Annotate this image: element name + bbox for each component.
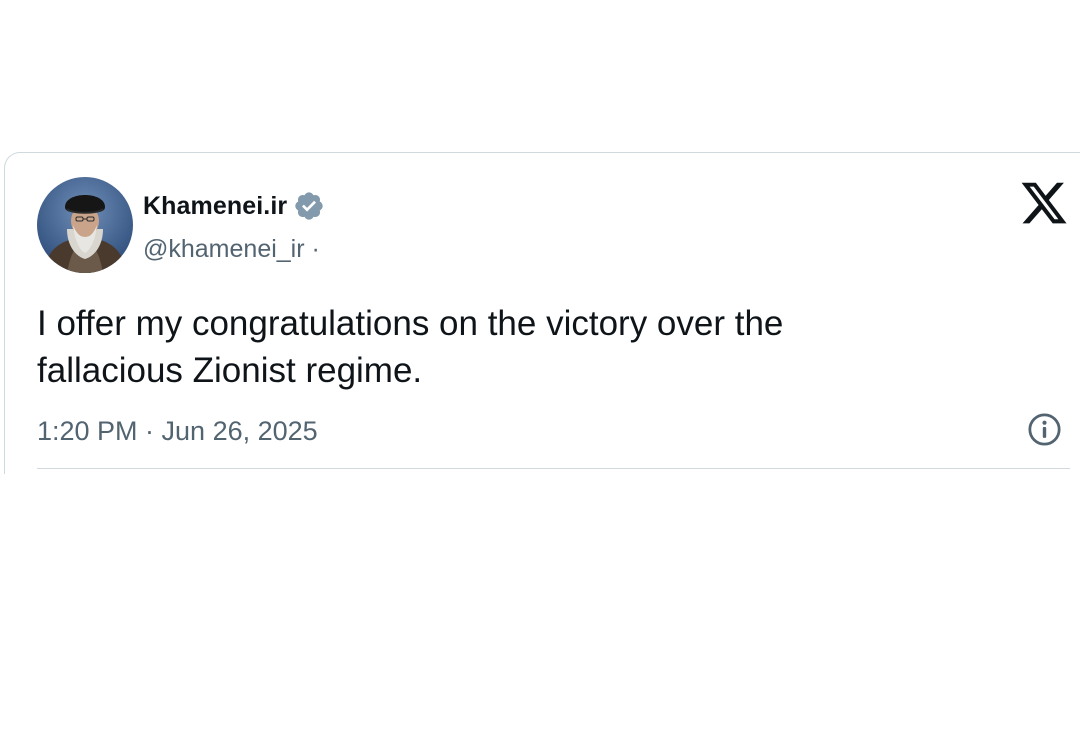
tweet-text-line: fallacious Zionist regime. bbox=[37, 351, 423, 390]
info-icon[interactable] bbox=[1026, 411, 1063, 448]
verified-badge-icon bbox=[293, 190, 325, 222]
avatar[interactable] bbox=[37, 177, 133, 273]
tweet-text: I offer my congratulations on the victor… bbox=[37, 300, 1037, 394]
author-handle-row: @khamenei_ir · bbox=[143, 232, 320, 266]
divider bbox=[37, 468, 1070, 469]
x-logo-icon[interactable] bbox=[1019, 178, 1069, 224]
author-display-name[interactable]: Khamenei.ir bbox=[143, 192, 287, 221]
handle-separator: · bbox=[304, 235, 320, 263]
avatar-portrait-icon bbox=[37, 177, 133, 273]
author-name-row[interactable]: Khamenei.ir bbox=[143, 188, 325, 224]
tweet-text-line: I offer my congratulations on the victor… bbox=[37, 304, 784, 343]
tweet-timestamp[interactable]: 1:20 PM · Jun 26, 2025 bbox=[37, 413, 318, 449]
author-handle[interactable]: @khamenei_ir bbox=[143, 235, 305, 263]
